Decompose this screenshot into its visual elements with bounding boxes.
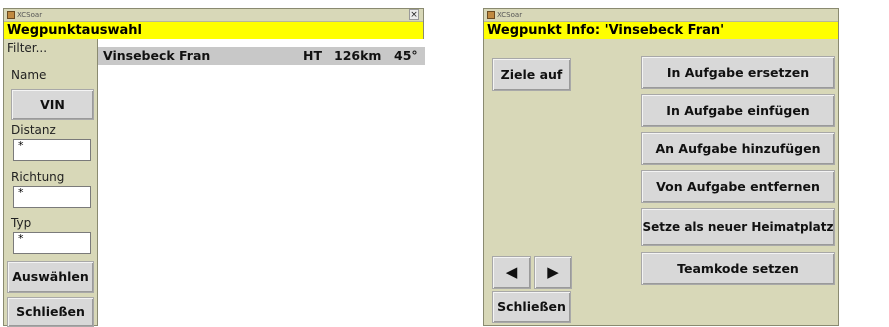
close-button[interactable]: Schließen	[7, 297, 94, 327]
remove-from-task-button[interactable]: Von Aufgabe entfernen	[641, 170, 835, 203]
distance-field[interactable]: *	[13, 139, 91, 161]
xcsoar-app-icon	[7, 11, 15, 19]
distance-label: Distanz	[11, 123, 56, 137]
close-button[interactable]: Schließen	[492, 291, 571, 323]
xcsoar-app-icon	[487, 11, 495, 19]
title-bar: XCSoar ×	[4, 9, 423, 22]
list-item[interactable]: Vinsebeck Fran HT 126km 45°	[98, 47, 425, 65]
teamcode-button[interactable]: Teamkode setzen	[641, 252, 835, 285]
set-home-button[interactable]: Setze als neuer Heimatplatz	[641, 208, 835, 246]
name-label: Name	[11, 68, 47, 82]
waypoint-info-window: XCSoar Wegpunkt Info: 'Vinsebeck Fran' Z…	[483, 8, 839, 326]
replace-in-task-button[interactable]: In Aufgabe ersetzen	[641, 56, 835, 89]
previous-arrow-icon[interactable]: ◀	[492, 256, 531, 289]
dialog-caption: Wegpunkt Info: 'Vinsebeck Fran'	[484, 22, 838, 39]
app-title: XCSoar	[497, 11, 523, 19]
type-field[interactable]: *	[13, 232, 91, 254]
append-to-task-button[interactable]: An Aufgabe hinzufügen	[641, 132, 835, 165]
filter-label: Filter...	[7, 41, 48, 55]
app-title: XCSoar	[17, 11, 43, 19]
waypoint-name: Vinsebeck Fran	[103, 48, 211, 63]
waypoint-bearing: 45°	[394, 48, 418, 63]
close-icon[interactable]: ×	[409, 9, 419, 20]
waypoint-select-window: XCSoar × Wegpunktauswahl Filter... Name …	[3, 8, 425, 327]
direction-field[interactable]: *	[13, 186, 91, 208]
next-arrow-icon[interactable]: ▶	[534, 256, 572, 289]
goto-button[interactable]: Ziele auf	[492, 58, 571, 91]
name-filter-button[interactable]: VIN	[11, 89, 94, 120]
waypoint-distance: 126km	[334, 48, 382, 63]
select-button[interactable]: Auswählen	[7, 261, 94, 293]
dialog-caption: Wegpunktauswahl	[4, 22, 423, 39]
direction-label: Richtung	[11, 170, 65, 184]
insert-in-task-button[interactable]: In Aufgabe einfügen	[641, 94, 835, 127]
title-bar: XCSoar	[484, 9, 838, 22]
waypoint-list[interactable]: Vinsebeck Fran HT 126km 45°	[97, 39, 425, 326]
type-label: Typ	[11, 216, 32, 230]
waypoint-type: HT	[303, 48, 322, 63]
